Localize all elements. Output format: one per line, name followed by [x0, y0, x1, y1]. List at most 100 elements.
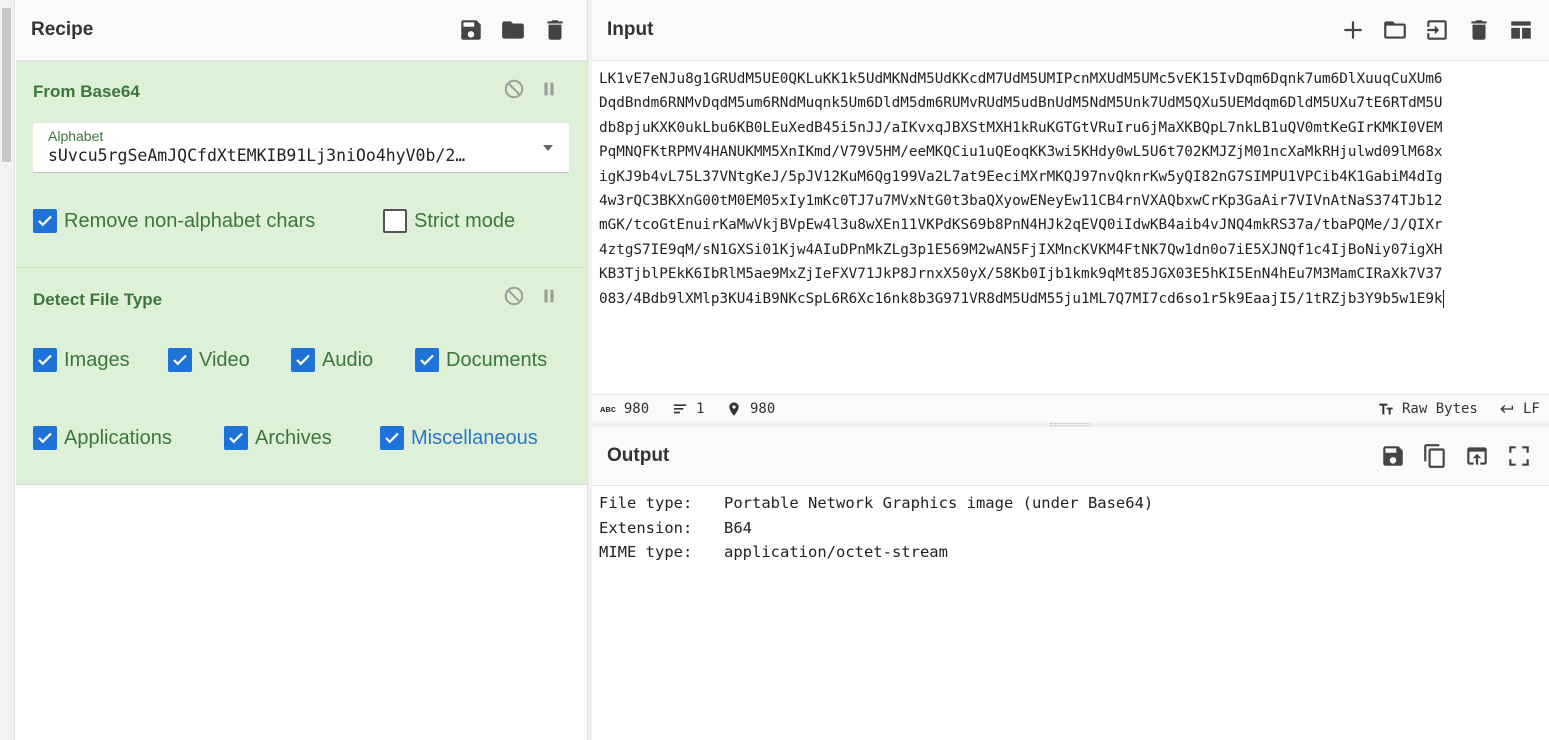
- output-panel: Output File type: Portable Network Graph…: [592, 427, 1549, 740]
- alphabet-label: Alphabet: [48, 128, 104, 144]
- checkbox-checked-icon[interactable]: [224, 426, 248, 450]
- applications-checkbox[interactable]: Applications: [33, 426, 172, 450]
- operation-title: Detect File Type: [33, 290, 163, 309]
- checkbox-label: Applications: [64, 426, 172, 449]
- import-icon[interactable]: [1423, 16, 1451, 44]
- output-key: File type:: [599, 494, 693, 512]
- open-folder-icon[interactable]: [1381, 16, 1409, 44]
- input-line-text: 083/4Bdb9lXMlp3KU4iB9NKcSpL6R6Xc16nk8b3G…: [599, 290, 1443, 307]
- output-title: Output: [607, 445, 670, 466]
- input-textarea[interactable]: LK1vE7eNJu8g1GRUdM5UE0QKLuKK1k5UdMKNdM5U…: [599, 67, 1544, 311]
- splitter-grip-icon[interactable]: [1050, 423, 1090, 426]
- eol-value: LF: [1523, 401, 1540, 417]
- eol-selector[interactable]: LF: [1499, 401, 1540, 417]
- trash-icon[interactable]: [541, 16, 569, 44]
- text-encoding-icon: [1379, 403, 1393, 415]
- position-stat: 980: [726, 401, 775, 417]
- copy-icon[interactable]: [1421, 442, 1449, 470]
- disable-icon[interactable]: [502, 77, 526, 101]
- checkbox-label: Video: [199, 348, 250, 371]
- operation-from-base64[interactable]: From Base64 Alphabet sUvcu5rgSeAmJQCfdXt…: [16, 61, 587, 268]
- output-header: Output: [592, 427, 1549, 486]
- length-value: 980: [623, 401, 650, 417]
- left-scrollbar[interactable]: [0, 0, 15, 740]
- checkbox-checked-icon[interactable]: [415, 348, 439, 372]
- checkbox-label: Archives: [255, 426, 332, 449]
- input-line: db8pjuKXK0ukLbu6KB0LEuXedB45i5nJJ/aIKvxq…: [599, 119, 1443, 136]
- input-line: 083/4Bdb9lXMlp3KU4iB9NKcSpL6R6Xc16nk8b3G…: [599, 287, 1544, 311]
- save-icon[interactable]: [457, 16, 485, 44]
- recipe-panel: Recipe From Base64 Alphabet sUvcu5rgSeAm…: [16, 0, 588, 740]
- miscellaneous-checkbox[interactable]: Miscellaneous: [380, 426, 538, 450]
- checkbox-checked-icon[interactable]: [33, 348, 57, 372]
- input-line: igKJ9b4vL75L37VNtgKeJ/5pJV12KuM6Qg199Va2…: [599, 168, 1443, 185]
- pause-icon[interactable]: [537, 77, 561, 101]
- strict-mode-checkbox[interactable]: Strict mode: [383, 209, 515, 233]
- checkbox-unchecked-icon[interactable]: [383, 209, 407, 233]
- checkbox-checked-icon[interactable]: [380, 426, 404, 450]
- scrollbar-thumb[interactable]: [2, 8, 11, 162]
- input-panel: Input LK1vE7eNJu8g1GRUdM5UE0QKLuKK1k5UdM…: [592, 0, 1549, 422]
- output-value: application/octet-stream: [724, 543, 948, 561]
- audio-checkbox[interactable]: Audio: [291, 348, 373, 372]
- input-line: mGK/tcoGtEnuirKaMwVkjBVpEw4l3u8wXEn11VKP…: [599, 217, 1443, 234]
- layout-icon[interactable]: [1507, 16, 1535, 44]
- output-key: MIME type:: [599, 543, 693, 561]
- checkbox-checked-icon[interactable]: [291, 348, 315, 372]
- disable-icon[interactable]: [502, 284, 526, 308]
- remove-non-alphabet-checkbox[interactable]: Remove non-alphabet chars: [33, 209, 315, 233]
- output-textarea[interactable]: File type: Portable Network Graphics ima…: [599, 491, 1153, 565]
- checkbox-label: Strict mode: [414, 209, 516, 232]
- input-title: Input: [607, 19, 654, 40]
- video-checkbox[interactable]: Video: [168, 348, 250, 372]
- location-pin-icon: [729, 402, 739, 416]
- alphabet-value: sUvcu5rgSeAmJQCfdXtEMKIB91Lj3niOo4hyV0b/…: [48, 146, 466, 165]
- position-value: 980: [750, 401, 776, 417]
- output-row: File type: Portable Network Graphics ima…: [599, 491, 1153, 516]
- output-key: Extension:: [599, 518, 693, 537]
- trash-icon[interactable]: [1465, 16, 1493, 44]
- checkbox-label: Remove non-alphabet chars: [64, 209, 316, 232]
- input-line: 4ztgS7IE9qM/sN1GXSi01Kjw4AIuDPnMkZLg3p1E…: [599, 241, 1443, 258]
- recipe-title: Recipe: [31, 19, 94, 40]
- alphabet-select[interactable]: Alphabet sUvcu5rgSeAmJQCfdXtEMKIB91Lj3ni…: [33, 123, 569, 173]
- checkbox-label: Images: [64, 348, 130, 371]
- input-line: LK1vE7eNJu8g1GRUdM5UE0QKLuKK1k5UdMKNdM5U…: [599, 71, 1443, 87]
- output-value: B64: [724, 518, 752, 537]
- length-stat: ᴀʙᴄ 980: [600, 401, 649, 417]
- operation-detect-file-type[interactable]: Detect File Type Images Video Audio Docu…: [16, 268, 587, 485]
- encoding-value: Raw Bytes: [1402, 401, 1478, 417]
- encoding-selector[interactable]: Raw Bytes: [1378, 401, 1478, 417]
- output-value: Portable Network Graphics image (under B…: [724, 494, 1154, 512]
- input-line: KB3TjblPEkK6IbRlM5ae9MxZjIeFXV71JkP8Jrnx…: [599, 266, 1443, 283]
- return-arrow-icon: [1500, 405, 1513, 413]
- checkbox-label: Audio: [322, 348, 374, 371]
- input-line: PqMNQFKtRPMV4HANUKMM5XnIKmd/V79V5HM/eeMK…: [599, 144, 1443, 161]
- folder-icon[interactable]: [499, 16, 527, 44]
- replace-input-icon[interactable]: [1463, 442, 1491, 470]
- input-header: Input: [592, 0, 1549, 61]
- status-bar: ᴀʙᴄ 980 1 980 Raw Bytes LF: [592, 394, 1549, 422]
- pause-icon[interactable]: [537, 284, 561, 308]
- app-window: Recipe From Base64 Alphabet sUvcu5rgSeAm…: [0, 0, 1549, 740]
- output-row: Extension: B64: [599, 516, 1153, 541]
- recipe-header: Recipe: [16, 0, 587, 61]
- input-line: DqdBndm6RNMvDqdM5um6RNdMuqnk5Um6DldM5dm6…: [599, 95, 1443, 112]
- archives-checkbox[interactable]: Archives: [224, 426, 332, 450]
- checkbox-label: Miscellaneous: [411, 426, 538, 449]
- output-row: MIME type: application/octet-stream: [599, 540, 1153, 565]
- abc-icon: ᴀʙᴄ: [600, 404, 616, 414]
- images-checkbox[interactable]: Images: [33, 348, 130, 372]
- plus-icon[interactable]: [1339, 16, 1367, 44]
- checkbox-checked-icon[interactable]: [168, 348, 192, 372]
- input-line: 4w3rQC3BKXnG00tM0EM05xIy1mKc0TJ7u7MVxNtG…: [599, 192, 1443, 209]
- lines-value: 1: [696, 401, 705, 417]
- documents-checkbox[interactable]: Documents: [415, 348, 547, 372]
- maximize-icon[interactable]: [1505, 442, 1533, 470]
- lines-icon: [674, 404, 686, 414]
- chevron-down-icon[interactable]: [543, 145, 553, 151]
- text-cursor: [1442, 289, 1444, 308]
- save-icon[interactable]: [1379, 442, 1407, 470]
- checkbox-checked-icon[interactable]: [33, 209, 57, 233]
- checkbox-checked-icon[interactable]: [33, 426, 57, 450]
